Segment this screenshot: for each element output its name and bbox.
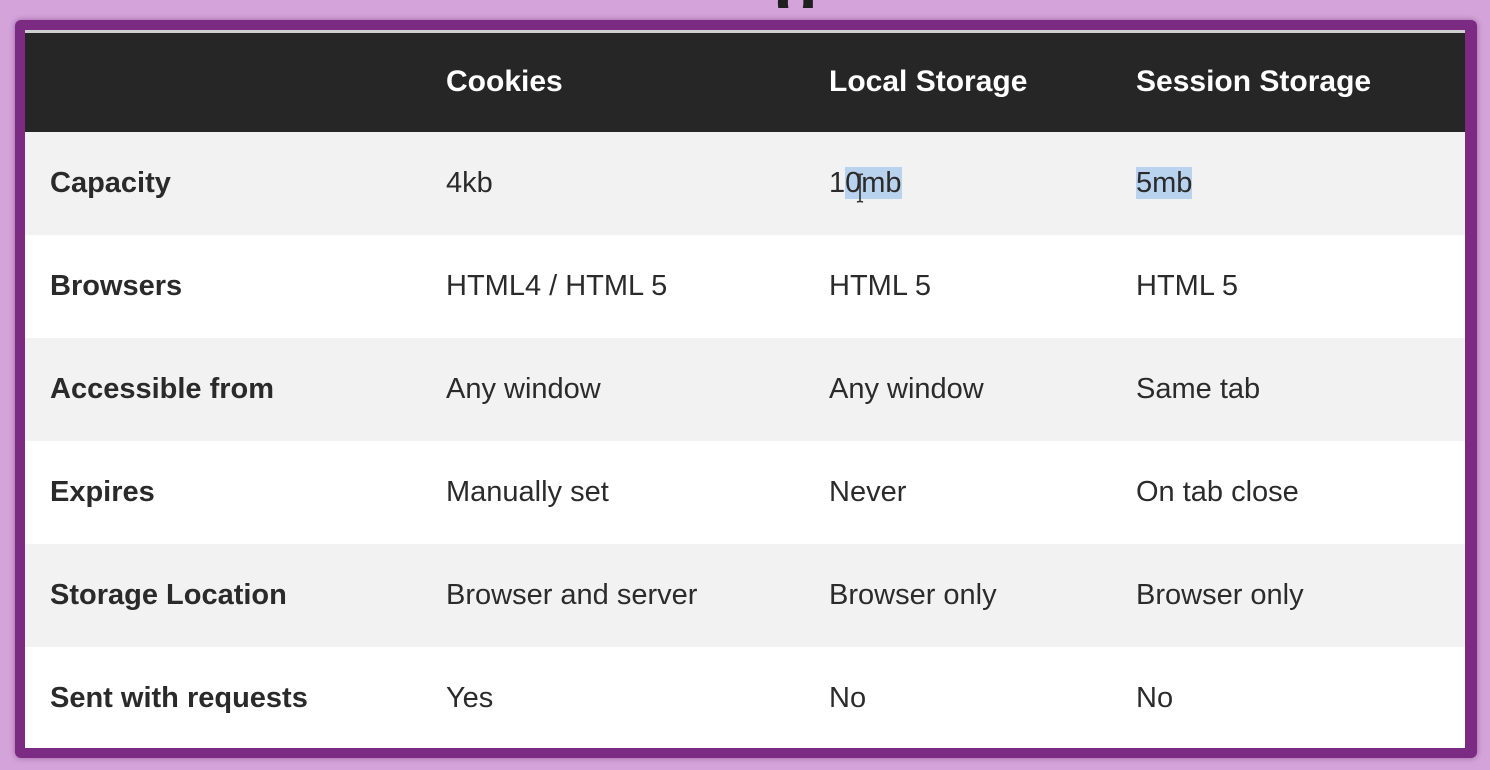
header-empty <box>25 30 421 132</box>
cell-local-storage[interactable]: Any window <box>804 338 1111 441</box>
header-local-storage: Local Storage <box>804 30 1111 132</box>
cell-cookies[interactable]: Yes <box>421 647 804 749</box>
cell-session-storage[interactable]: Same tab <box>1111 338 1465 441</box>
storage-comparison-table: Cookies Local Storage Session Storage Ca… <box>25 30 1465 748</box>
cell-cookies[interactable]: 4kb <box>421 132 804 235</box>
cell-local-storage[interactable]: Browser only <box>804 544 1111 647</box>
table-row-accessible-from: Accessible from Any window Any window Sa… <box>25 337 1465 441</box>
text-cursor-icon <box>856 172 864 203</box>
text-prefix: 1 <box>829 166 846 199</box>
cell-local-storage[interactable]: No <box>804 647 1111 749</box>
cell-cookies[interactable]: Any window <box>421 338 804 441</box>
cell-cookies[interactable]: Browser and server <box>421 544 804 647</box>
table-header-row: Cookies Local Storage Session Storage <box>25 30 1465 132</box>
table-row-capacity: Capacity 4kb 10mb 5mb <box>25 131 1465 235</box>
header-session-storage: Session Storage <box>1111 30 1465 132</box>
cell-local-storage[interactable]: 10mb <box>804 132 1111 235</box>
table-row-browsers: Browsers HTML4 / HTML 5 HTML 5 HTML 5 <box>25 234 1465 338</box>
table-row-storage-location: Storage Location Browser and server Brow… <box>25 543 1465 647</box>
row-label: Capacity <box>50 166 171 199</box>
table-row-sent-with-requests: Sent with requests Yes No No <box>25 646 1465 749</box>
cell-session-storage[interactable]: 5mb <box>1111 132 1465 235</box>
row-label: Storage Location <box>50 578 287 611</box>
cell-session-storage[interactable]: On tab close <box>1111 441 1465 544</box>
row-label: Expires <box>50 475 155 508</box>
slide-title-text: g <box>775 0 847 8</box>
cell-local-storage[interactable]: HTML 5 <box>804 235 1111 338</box>
cell-cookies[interactable]: HTML4 / HTML 5 <box>421 235 804 338</box>
row-label: Accessible from <box>50 372 275 405</box>
cell-cookies[interactable]: Manually set <box>421 441 804 544</box>
header-cookies: Cookies <box>421 30 804 132</box>
slide-title-fragment: g <box>775 0 847 8</box>
cell-session-storage[interactable]: Browser only <box>1111 544 1465 647</box>
row-label: Browsers <box>50 269 183 302</box>
row-label: Sent with requests <box>50 681 308 714</box>
table-row-expires: Expires Manually set Never On tab close <box>25 440 1465 544</box>
selected-text[interactable]: 0mb <box>845 166 902 203</box>
selected-text-value: 0mb <box>845 166 902 199</box>
selected-text[interactable]: 5mb <box>1136 166 1193 199</box>
cell-session-storage[interactable]: HTML 5 <box>1111 235 1465 338</box>
cell-local-storage[interactable]: Never <box>804 441 1111 544</box>
cell-session-storage[interactable]: No <box>1111 647 1465 749</box>
comparison-table-container: Cookies Local Storage Session Storage Ca… <box>25 30 1465 748</box>
